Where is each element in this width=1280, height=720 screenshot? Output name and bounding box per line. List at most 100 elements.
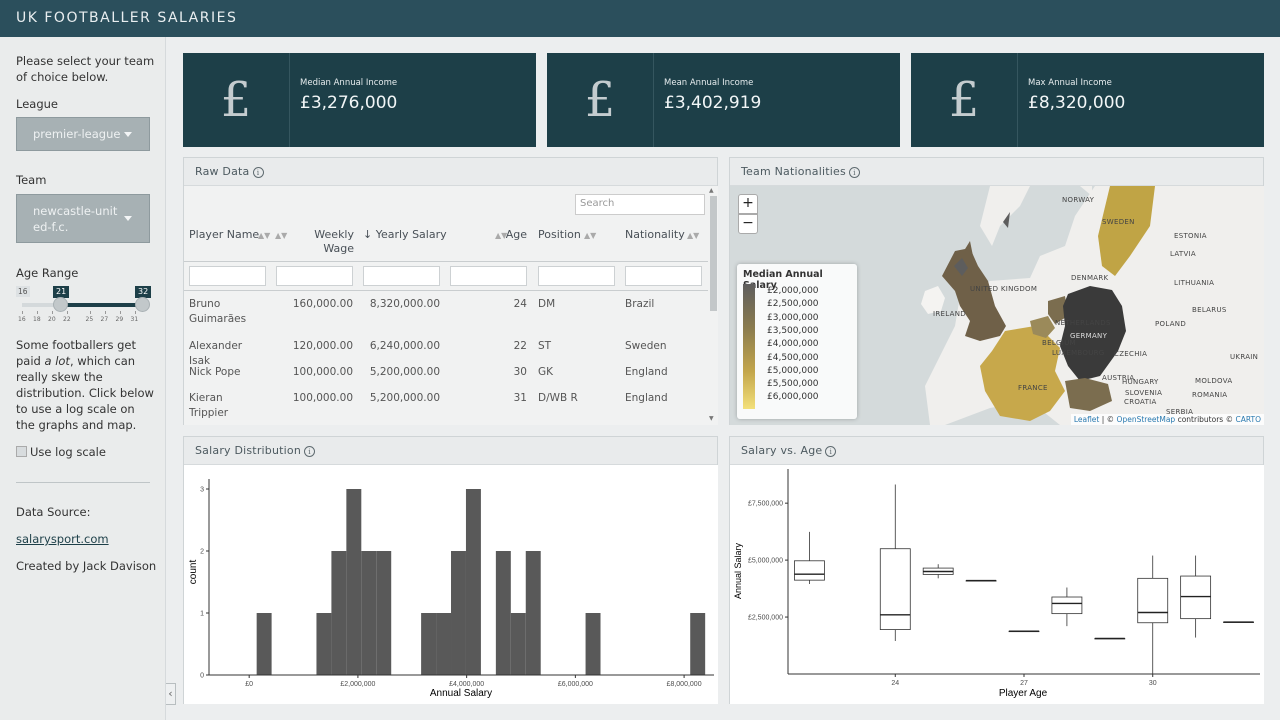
info-icon[interactable]: i	[848, 167, 860, 178]
histogram-bar	[346, 489, 362, 675]
value-box-value: £8,320,000	[1028, 93, 1126, 113]
histogram-bar	[510, 613, 526, 675]
card-header: Team Nationalities i	[730, 158, 1263, 186]
column-header-player-name[interactable]: Player Name	[189, 228, 259, 242]
age-slider-low-handle[interactable]	[53, 297, 68, 312]
log-scale-label[interactable]: Use log scale	[30, 444, 106, 460]
team-select[interactable]: newcastle-united-f.c.	[16, 194, 150, 243]
box-age-group	[1094, 637, 1126, 640]
leaflet-link[interactable]: Leaflet	[1074, 415, 1100, 424]
filter-input-position[interactable]	[538, 266, 615, 286]
box-age-group	[794, 531, 825, 585]
column-header-yearly-salary[interactable]: ↓ Yearly Salary	[363, 228, 447, 242]
map-country-label: ESTONIA	[1174, 232, 1207, 240]
histogram-bar	[495, 551, 511, 675]
sidebar-divider	[16, 482, 150, 483]
box-age-group	[1223, 621, 1254, 623]
league-select[interactable]: premier-league	[16, 117, 150, 151]
filter-divider	[184, 290, 708, 291]
filter-input-age[interactable]	[450, 266, 527, 286]
sidebar-collapse-button[interactable]: ‹	[166, 683, 176, 705]
sort-icon[interactable]: ▲▼	[275, 231, 287, 240]
raw-data-table: Search Player Name ▲▼ ▲▼ Weekly Wage ↓ Y…	[184, 186, 718, 425]
y-tick-label: 1	[200, 611, 204, 618]
table-cell: D/WB R	[538, 392, 578, 404]
filter-input-weekly-wage[interactable]	[276, 266, 353, 286]
table-cell: Kieran Trippier	[189, 392, 229, 419]
x-tick-label: £8,000,000	[667, 681, 702, 688]
slider-tick-label: 20	[48, 316, 56, 323]
card-title: Salary vs. Age i	[741, 444, 837, 457]
age-range-label: Age Range	[16, 266, 79, 280]
legend-label: £3,500,000	[767, 325, 819, 336]
slider-tick	[22, 311, 23, 314]
zoom-out-button[interactable]: −	[738, 214, 758, 234]
table-search-input[interactable]: Search	[575, 194, 705, 215]
max-income-box: £ Max Annual Income £8,320,000	[911, 53, 1264, 147]
salary-age-boxplot: £2,500,000 £5,000,000 £7,500,000 24 27 30 Play…	[730, 465, 1264, 704]
histogram-bar	[465, 489, 481, 675]
histogram-bar	[436, 613, 452, 675]
table-cell: ST	[538, 340, 552, 352]
map-country-label: BELGIUM	[1042, 339, 1076, 347]
slider-tick	[52, 311, 53, 314]
header-divider	[184, 261, 708, 262]
scroll-down-icon[interactable]: ▼	[709, 415, 714, 422]
info-icon[interactable]: i	[304, 446, 316, 457]
map-country-label: NETHERLANDS	[1055, 319, 1111, 327]
league-label: League	[16, 97, 58, 111]
histogram-bar	[256, 613, 272, 675]
histogram-bar	[525, 551, 541, 675]
map-country-label: NORWAY	[1062, 196, 1095, 204]
x-axis-label: Annual Salary	[430, 688, 492, 699]
filter-input-nationality[interactable]	[625, 266, 702, 286]
info-icon[interactable]: i	[825, 446, 837, 457]
filter-input-player-name[interactable]	[189, 266, 266, 286]
y-axis-label: Annual Salary	[733, 542, 743, 599]
table-cell: England	[625, 392, 668, 404]
histogram-bar	[316, 613, 332, 675]
table-scrollbar[interactable]: ▲ ▼	[708, 186, 718, 425]
filter-input-yearly-salary[interactable]	[363, 266, 440, 286]
age-slider-high-handle[interactable]	[135, 297, 150, 312]
zoom-in-button[interactable]: +	[738, 194, 758, 214]
log-scale-checkbox[interactable]	[16, 446, 27, 457]
pound-icon: £	[220, 72, 252, 128]
y-tick-label: 0	[200, 673, 204, 680]
slider-tick	[119, 311, 121, 314]
column-header-age[interactable]: Age	[494, 228, 527, 242]
value-box-title: Median Annual Income	[300, 78, 398, 88]
table-scrollbar-thumb[interactable]	[710, 196, 717, 311]
value-box-title: Max Annual Income	[1028, 78, 1112, 88]
data-source-label: Data Source:	[16, 505, 91, 519]
slider-tick-label: 29	[115, 316, 124, 323]
table-cell: Brazil	[625, 298, 655, 310]
sidebar-intro: Please select your team of choice below.	[16, 54, 155, 84]
nationality-map[interactable]: NORWAY SWEDEN ESTONIA LATVIA DENMARK LITHUANI…	[730, 186, 1264, 425]
app-header: UK FOOTBALLER SALARIES	[0, 0, 1280, 37]
column-header-weekly-wage[interactable]: Weekly Wage	[297, 228, 354, 256]
sort-icon[interactable]: ▲▼	[584, 231, 596, 240]
map-title: Team Nationalities	[741, 165, 846, 178]
scroll-up-icon[interactable]: ▲	[709, 187, 714, 194]
table-cell: 6,240,000.00	[369, 340, 440, 352]
info-icon[interactable]: i	[252, 167, 264, 178]
salary-vs-age-title: Salary vs. Age	[741, 444, 823, 457]
table-cell: Sweden	[625, 340, 667, 352]
map-country-label: HUNGARY	[1122, 378, 1159, 386]
box-iqr	[1180, 575, 1212, 620]
card-header: Salary vs. Age i	[730, 437, 1263, 465]
osm-link[interactable]: OpenStreetMap	[1117, 415, 1176, 424]
column-header-position[interactable]: Position	[538, 228, 581, 242]
team-label: Team	[16, 173, 47, 187]
value-box-value: £3,402,919	[664, 93, 762, 113]
sort-icon[interactable]: ▲▼	[258, 231, 270, 240]
x-tick-label: 24	[891, 680, 899, 687]
sort-icon[interactable]: ▲▼	[687, 231, 699, 240]
table-cell: 100,000.00	[292, 366, 353, 378]
boxplot-svg: £2,500,000 £5,000,000 £7,500,000 24 27 30 Play…	[733, 469, 1260, 699]
column-header-nationality[interactable]: Nationality	[625, 228, 685, 242]
carto-link[interactable]: CARTO	[1235, 415, 1261, 424]
data-source-link[interactable]: salarysport.com	[16, 531, 109, 547]
slider-tick-label: 18	[33, 316, 41, 323]
